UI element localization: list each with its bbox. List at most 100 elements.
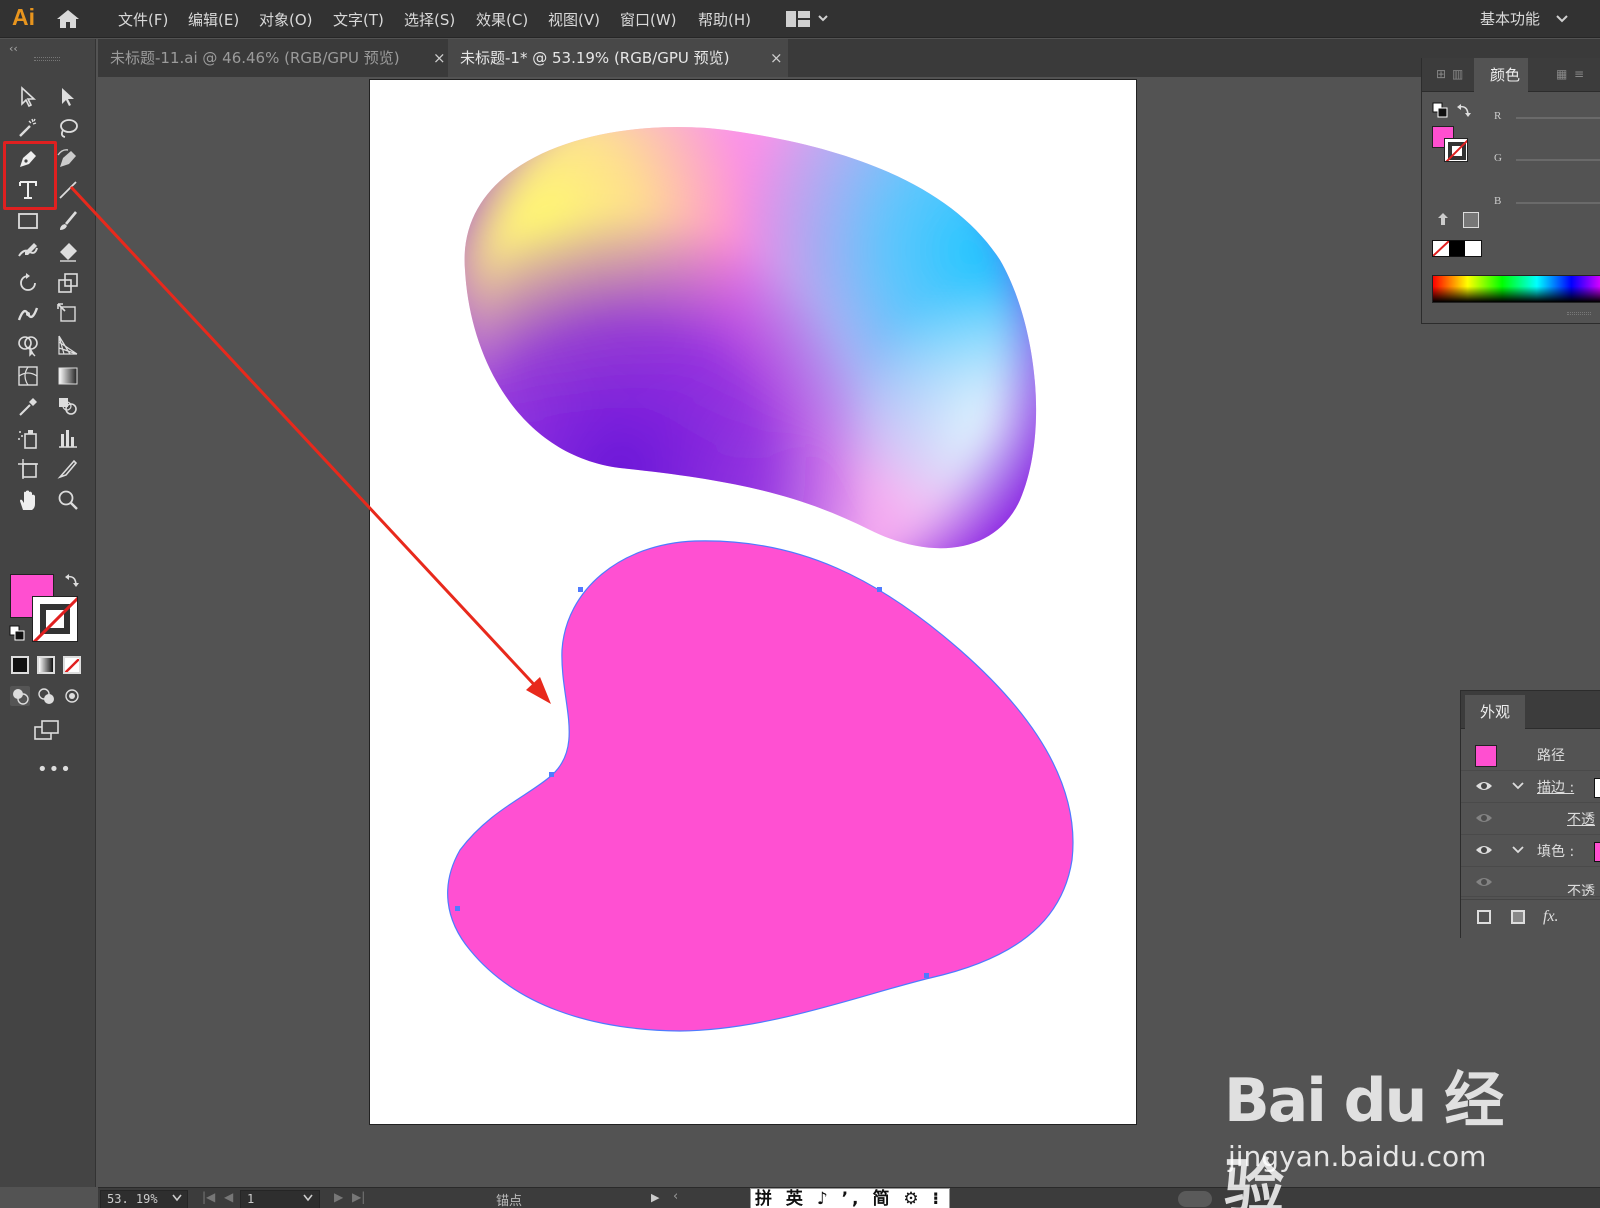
menu-view[interactable]: 视图(V) xyxy=(548,9,600,30)
symbol-sprayer-tool[interactable] xyxy=(14,424,42,452)
eyedropper-tool[interactable] xyxy=(14,393,42,421)
tab-document-1[interactable]: 未标题-1* @ 53.19% (RGB/GPU 预览) × xyxy=(448,39,788,77)
transform-tab-icon[interactable]: ⊞ xyxy=(1436,67,1446,81)
hand-tool[interactable] xyxy=(14,486,42,514)
eye-icon[interactable] xyxy=(1475,811,1493,825)
default-colors-icon[interactable] xyxy=(1432,102,1448,118)
appearance-object-row[interactable]: 路径 xyxy=(1461,739,1600,771)
menu-effect[interactable]: 效果(C) xyxy=(476,9,528,30)
screen-mode-icon[interactable] xyxy=(33,719,61,741)
rotate-tool[interactable] xyxy=(14,269,42,297)
chevron-down-icon[interactable] xyxy=(818,13,828,23)
line-segment-tool[interactable] xyxy=(54,176,82,204)
next-artboard-icon[interactable]: ▶ xyxy=(334,1190,343,1204)
curvature-tool[interactable] xyxy=(54,145,82,173)
eraser-tool[interactable] xyxy=(54,238,82,266)
color-mode-button[interactable] xyxy=(11,656,29,674)
swap-fill-stroke-icon[interactable] xyxy=(64,572,80,588)
first-artboard-icon[interactable]: |◀ xyxy=(202,1190,215,1204)
none-mode-button[interactable] xyxy=(63,656,81,674)
chevron-down-icon[interactable] xyxy=(1556,14,1568,24)
menu-select[interactable]: 选择(S) xyxy=(404,9,455,30)
last-artboard-icon[interactable]: ▶| xyxy=(352,1190,365,1204)
eye-icon[interactable] xyxy=(1475,779,1493,793)
perspective-grid-tool[interactable] xyxy=(54,331,82,359)
appearance-fill-opacity-row[interactable]: 不透 xyxy=(1461,867,1600,897)
fill-label[interactable]: 填色 : xyxy=(1537,841,1574,861)
color-spectrum[interactable] xyxy=(1432,275,1600,303)
swatches-tab-icon[interactable]: ▦ xyxy=(1556,67,1567,81)
chevron-down-icon[interactable] xyxy=(303,1194,313,1202)
workspace-switcher[interactable]: 基本功能 xyxy=(1480,8,1540,29)
menu-object[interactable]: 对象(O) xyxy=(259,9,313,30)
stroke-opacity-label[interactable]: 不透 xyxy=(1567,809,1595,829)
menu-edit[interactable]: 编辑(E) xyxy=(188,9,239,30)
green-channel-slider[interactable] xyxy=(1516,159,1600,161)
add-effect-icon[interactable]: fx. xyxy=(1543,908,1559,926)
stroke-color-swatch[interactable] xyxy=(32,596,78,642)
width-tool[interactable] xyxy=(14,300,42,328)
fill-swatch-small[interactable] xyxy=(1594,842,1600,862)
appearance-fill-row[interactable]: 填色 : xyxy=(1461,835,1600,867)
appearance-stroke-row[interactable]: 描边 : xyxy=(1461,771,1600,803)
add-fill-icon[interactable] xyxy=(1511,910,1525,924)
stroke-swatch-small[interactable] xyxy=(1594,778,1600,798)
out-of-gamut-icon[interactable] xyxy=(1436,212,1450,226)
eye-icon[interactable] xyxy=(1475,875,1493,889)
mesh-tool[interactable] xyxy=(14,362,42,390)
tab-color[interactable]: 颜色 xyxy=(1474,58,1529,92)
draw-normal-icon[interactable] xyxy=(10,686,30,706)
blend-tool[interactable] xyxy=(54,393,82,421)
menu-help[interactable]: 帮助(H) xyxy=(698,9,751,30)
draw-behind-icon[interactable] xyxy=(36,686,56,706)
artboard-tool[interactable] xyxy=(14,455,42,483)
shape-builder-tool[interactable] xyxy=(14,331,42,359)
fill-opacity-label[interactable]: 不透 xyxy=(1567,881,1595,896)
tab-appearance[interactable]: 外观 xyxy=(1465,695,1525,729)
chevron-down-icon[interactable] xyxy=(172,1194,182,1202)
gradient-mode-button[interactable] xyxy=(37,656,55,674)
eye-icon[interactable] xyxy=(1475,843,1493,857)
play-icon[interactable]: ▶ xyxy=(651,1191,659,1204)
gradient-tool[interactable] xyxy=(54,362,82,390)
close-icon[interactable]: × xyxy=(433,39,446,77)
appearance-stroke-opacity-row[interactable]: 不透 xyxy=(1461,803,1600,835)
direct-selection-tool[interactable] xyxy=(54,83,82,111)
menu-window[interactable]: 窗口(W) xyxy=(620,9,677,30)
arrange-documents-icon[interactable] xyxy=(786,11,810,27)
artboard[interactable] xyxy=(369,79,1137,1125)
align-tab-icon[interactable]: ▥ xyxy=(1452,67,1463,81)
add-stroke-icon[interactable] xyxy=(1477,910,1491,924)
free-transform-tool[interactable] xyxy=(54,300,82,328)
stroke-color-swatch[interactable] xyxy=(1444,138,1468,162)
black-swatch[interactable] xyxy=(1449,241,1465,256)
slice-tool[interactable] xyxy=(54,455,82,483)
chevron-left-icon[interactable]: ‹ xyxy=(673,1189,678,1204)
more-tools-icon[interactable]: ••• xyxy=(37,759,72,780)
chevron-down-icon[interactable] xyxy=(1512,845,1524,855)
panel-grip[interactable] xyxy=(34,57,60,61)
white-swatch[interactable] xyxy=(1465,241,1481,256)
rectangle-tool[interactable] xyxy=(14,207,42,235)
collapse-icon[interactable]: ‹‹ xyxy=(9,42,18,55)
menu-file[interactable]: 文件(F) xyxy=(118,9,168,30)
panel-grip[interactable] xyxy=(1567,312,1591,315)
magic-wand-tool[interactable] xyxy=(14,114,42,142)
zoom-tool[interactable] xyxy=(54,486,82,514)
home-icon[interactable] xyxy=(56,9,80,29)
draw-inside-icon[interactable] xyxy=(62,686,82,706)
close-icon[interactable]: × xyxy=(770,39,783,77)
chevron-down-icon[interactable] xyxy=(1512,781,1524,791)
column-graph-tool[interactable] xyxy=(54,424,82,452)
red-channel-slider[interactable] xyxy=(1516,117,1600,119)
paintbrush-tool[interactable] xyxy=(54,207,82,235)
scale-tool[interactable] xyxy=(54,269,82,297)
stroke-tab-icon[interactable]: ≡ xyxy=(1574,67,1584,81)
swap-fill-stroke-icon[interactable] xyxy=(1456,102,1472,118)
horizontal-scrollbar-thumb[interactable] xyxy=(1178,1191,1212,1207)
menu-type[interactable]: 文字(T) xyxy=(333,9,384,30)
lasso-tool[interactable] xyxy=(54,114,82,142)
tab-document-11[interactable]: 未标题-11.ai @ 46.46% (RGB/GPU 预览) × xyxy=(98,39,448,77)
blue-channel-slider[interactable] xyxy=(1516,202,1600,204)
default-colors-icon[interactable] xyxy=(9,625,25,641)
